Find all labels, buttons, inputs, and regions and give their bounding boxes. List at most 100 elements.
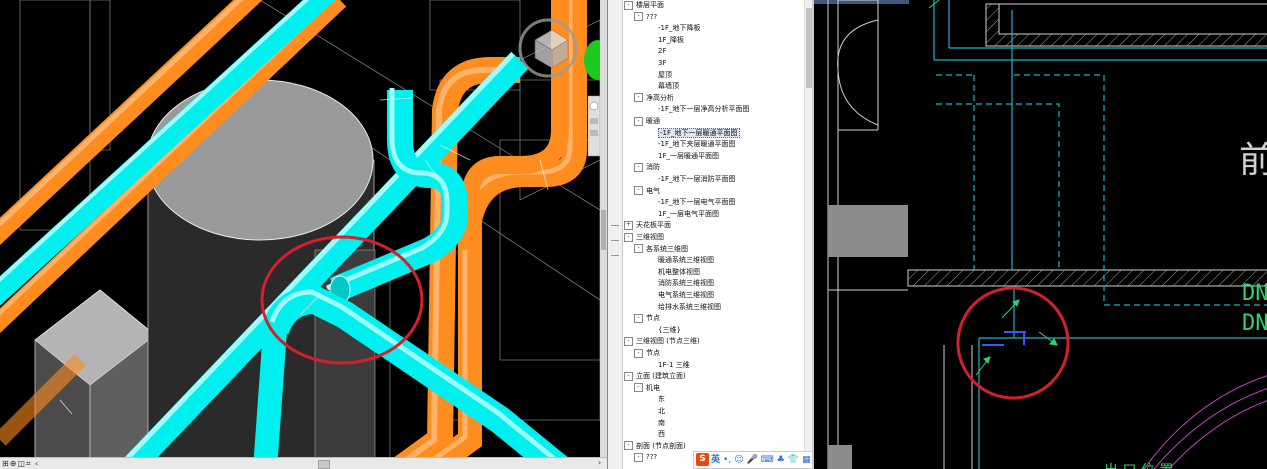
tree-item-label: 东 xyxy=(658,395,665,404)
dn-label-1: DN xyxy=(1242,281,1267,306)
grid-menu-icon[interactable]: ▦ xyxy=(802,452,811,468)
tree-item-label: 楼层平面 xyxy=(636,1,664,9)
3d-model-render xyxy=(0,0,607,469)
cad-plan-view[interactable]: 前 出 ⼝ 位 置 DN DN xyxy=(812,0,1267,469)
scroll-right-icon[interactable]: › xyxy=(598,458,601,467)
tree-item[interactable]: 1F-1 三维 xyxy=(658,360,690,371)
collapse-icon[interactable]: - xyxy=(634,12,643,22)
tree-item[interactable]: - 三维视图 xyxy=(624,232,664,243)
tree-item[interactable]: -1F_地下降板 xyxy=(658,23,701,34)
collapse-icon[interactable]: - xyxy=(624,441,633,451)
collapse-icon[interactable]: - xyxy=(624,232,633,242)
tree-item-label: 三维视图 (节点三维) xyxy=(636,337,700,346)
view-cube[interactable] xyxy=(518,18,578,78)
tree-item-label: 1F-1 三维 xyxy=(658,360,690,369)
tree-item[interactable]: {三维} xyxy=(658,325,681,336)
tree-item[interactable]: 1F_一层电气平面图 xyxy=(658,209,719,220)
wall-middle xyxy=(907,269,1267,287)
tree-item-label: -1F_地下降板 xyxy=(658,24,701,33)
sogou-logo-icon[interactable]: S xyxy=(696,453,709,466)
tree-item[interactable]: - 立面 (建筑立面) xyxy=(624,371,686,382)
tree-item[interactable]: - 各系统三维图 xyxy=(634,244,688,255)
tree-item[interactable]: - 电气 xyxy=(634,186,660,197)
tree-item[interactable]: 机电整体视图 xyxy=(658,267,700,278)
tree-item[interactable]: - 节点 xyxy=(634,348,660,359)
project-browser: - 楼层平面 -??? -1F_地下降板 1F_降板 2F 3F 屋顶 幕墙顶 - 净高分析 -1F_… xyxy=(607,0,813,469)
tree-item[interactable]: -??? xyxy=(634,12,657,23)
browser-left-strip xyxy=(608,0,623,469)
tree-item[interactable]: 给排水系统三维视图 xyxy=(658,302,721,313)
collapse-icon[interactable]: - xyxy=(634,383,643,393)
cad-drawing: 前 出 ⼝ 位 置 xyxy=(827,0,1267,469)
tree-item[interactable]: 3F xyxy=(658,58,666,69)
tree-item[interactable]: - 剖面 (节点剖面) xyxy=(624,441,686,452)
ime-language-toggle[interactable]: 英 xyxy=(711,452,720,468)
tree-item[interactable]: - 净高分析 xyxy=(634,93,674,104)
tree-item-label: 电气 xyxy=(646,186,660,195)
collapse-icon[interactable]: - xyxy=(624,336,633,346)
tree-item[interactable]: + 天花板平面 xyxy=(624,220,671,231)
tree-item[interactable]: -??? xyxy=(634,452,657,463)
tree-item-label: 机电 xyxy=(646,383,660,392)
tree-item[interactable]: -1F_地下一层消防平面图 xyxy=(658,174,736,185)
view-control-icons[interactable]: ⊞⊕◫⌗ ‹ xyxy=(2,459,39,469)
expand-icon[interactable]: + xyxy=(624,220,633,230)
tree-item[interactable]: - 节点 xyxy=(634,313,660,324)
collapse-icon[interactable]: - xyxy=(634,452,643,462)
tree-item[interactable]: -1F_地下夹层暖通平面图 xyxy=(658,139,736,150)
tree-item[interactable]: - 三维视图 (节点三维) xyxy=(624,336,700,347)
tree-item-label: 消防系统三维视图 xyxy=(658,279,714,288)
tree-item[interactable]: - 消防 xyxy=(634,162,660,173)
collapse-icon[interactable]: - xyxy=(634,313,643,323)
horizontal-scroll-thumb[interactable] xyxy=(318,460,330,469)
3d-viewport[interactable]: ⊞⊕◫⌗ ‹ › xyxy=(0,0,607,469)
tree-item[interactable]: 幕墙顶 xyxy=(658,81,679,92)
keyboard-icon[interactable]: ⌨ xyxy=(761,452,774,468)
tree-item-label: 暖通系统三维视图 xyxy=(658,256,714,265)
skin-icon[interactable]: 👕 xyxy=(788,452,799,468)
tree-item[interactable]: 暖通系统三维视图 xyxy=(658,255,714,266)
collapse-icon[interactable]: - xyxy=(634,348,643,358)
tree-item[interactable]: - 暖通 xyxy=(634,116,660,127)
tree-item[interactable]: 东 xyxy=(658,394,665,405)
microphone-icon[interactable]: 🎤 xyxy=(747,452,758,468)
tree-item[interactable]: 1F_降板 xyxy=(658,35,684,46)
tree-item[interactable]: -1F_地下一层电气平面图 xyxy=(658,197,736,208)
collapse-icon[interactable]: - xyxy=(634,93,643,103)
tree-item[interactable]: 1F_一层暖通平面图 xyxy=(658,151,719,162)
view-tree: - 楼层平面 -??? -1F_地下降板 1F_降板 2F 3F 屋顶 幕墙顶 - 净高分析 -1F_… xyxy=(622,0,804,469)
collapse-icon[interactable]: - xyxy=(634,116,643,126)
tree-item[interactable]: 西 xyxy=(658,429,665,440)
tree-item-label: 各系统三维图 xyxy=(646,244,688,253)
emoji-icon[interactable]: ☺ xyxy=(734,452,743,468)
punctuation-icon[interactable]: •, xyxy=(723,452,731,468)
column-1 xyxy=(828,205,908,257)
tree-item[interactable]: 2F xyxy=(658,46,666,57)
tree-item-label: 天花板平面 xyxy=(636,221,671,230)
tree-item-label: -1F_地下夹层暖通平面图 xyxy=(658,140,736,149)
toolbox-icon[interactable]: ♣ xyxy=(777,452,785,468)
tree-item[interactable]: -1F_地下一层暖通平面图 xyxy=(658,127,740,139)
viewport-vertical-scrollbar[interactable] xyxy=(600,0,607,457)
tree-item-label: 电气系统三维视图 xyxy=(658,291,714,299)
svg-text:出 ⼝ 位 置: 出 ⼝ 位 置 xyxy=(1104,463,1173,469)
collapse-icon[interactable]: - xyxy=(634,244,643,254)
tree-item[interactable]: - 机电 xyxy=(634,383,660,394)
ime-toolbar[interactable]: S 英 •, ☺ 🎤 ⌨ ♣ 👕 ▦ xyxy=(693,451,815,469)
tree-item[interactable]: 南 xyxy=(658,418,665,429)
collapse-icon[interactable]: - xyxy=(634,186,643,196)
tree-item-label: ??? xyxy=(646,12,658,21)
tree-item[interactable]: 消防系统三维视图 xyxy=(658,278,714,289)
cad-magenta-arcs xyxy=(1143,375,1267,469)
tree-item-label: -1F_地下一层消防平面图 xyxy=(658,175,736,183)
tree-item[interactable]: -1F_地下一层净高分析平面图 xyxy=(658,104,750,115)
tree-item[interactable]: - 楼层平面 xyxy=(624,0,664,11)
tree-item-label: 净高分析 xyxy=(646,93,674,102)
nav-bar[interactable] xyxy=(587,95,601,157)
tree-item[interactable]: 电气系统三维视图 xyxy=(658,290,714,301)
tree-item[interactable]: 屋顶 xyxy=(658,70,672,81)
collapse-icon[interactable]: - xyxy=(624,371,633,381)
tree-item[interactable]: 北 xyxy=(658,406,665,417)
collapse-icon[interactable]: - xyxy=(624,0,633,10)
collapse-icon[interactable]: - xyxy=(634,162,643,172)
